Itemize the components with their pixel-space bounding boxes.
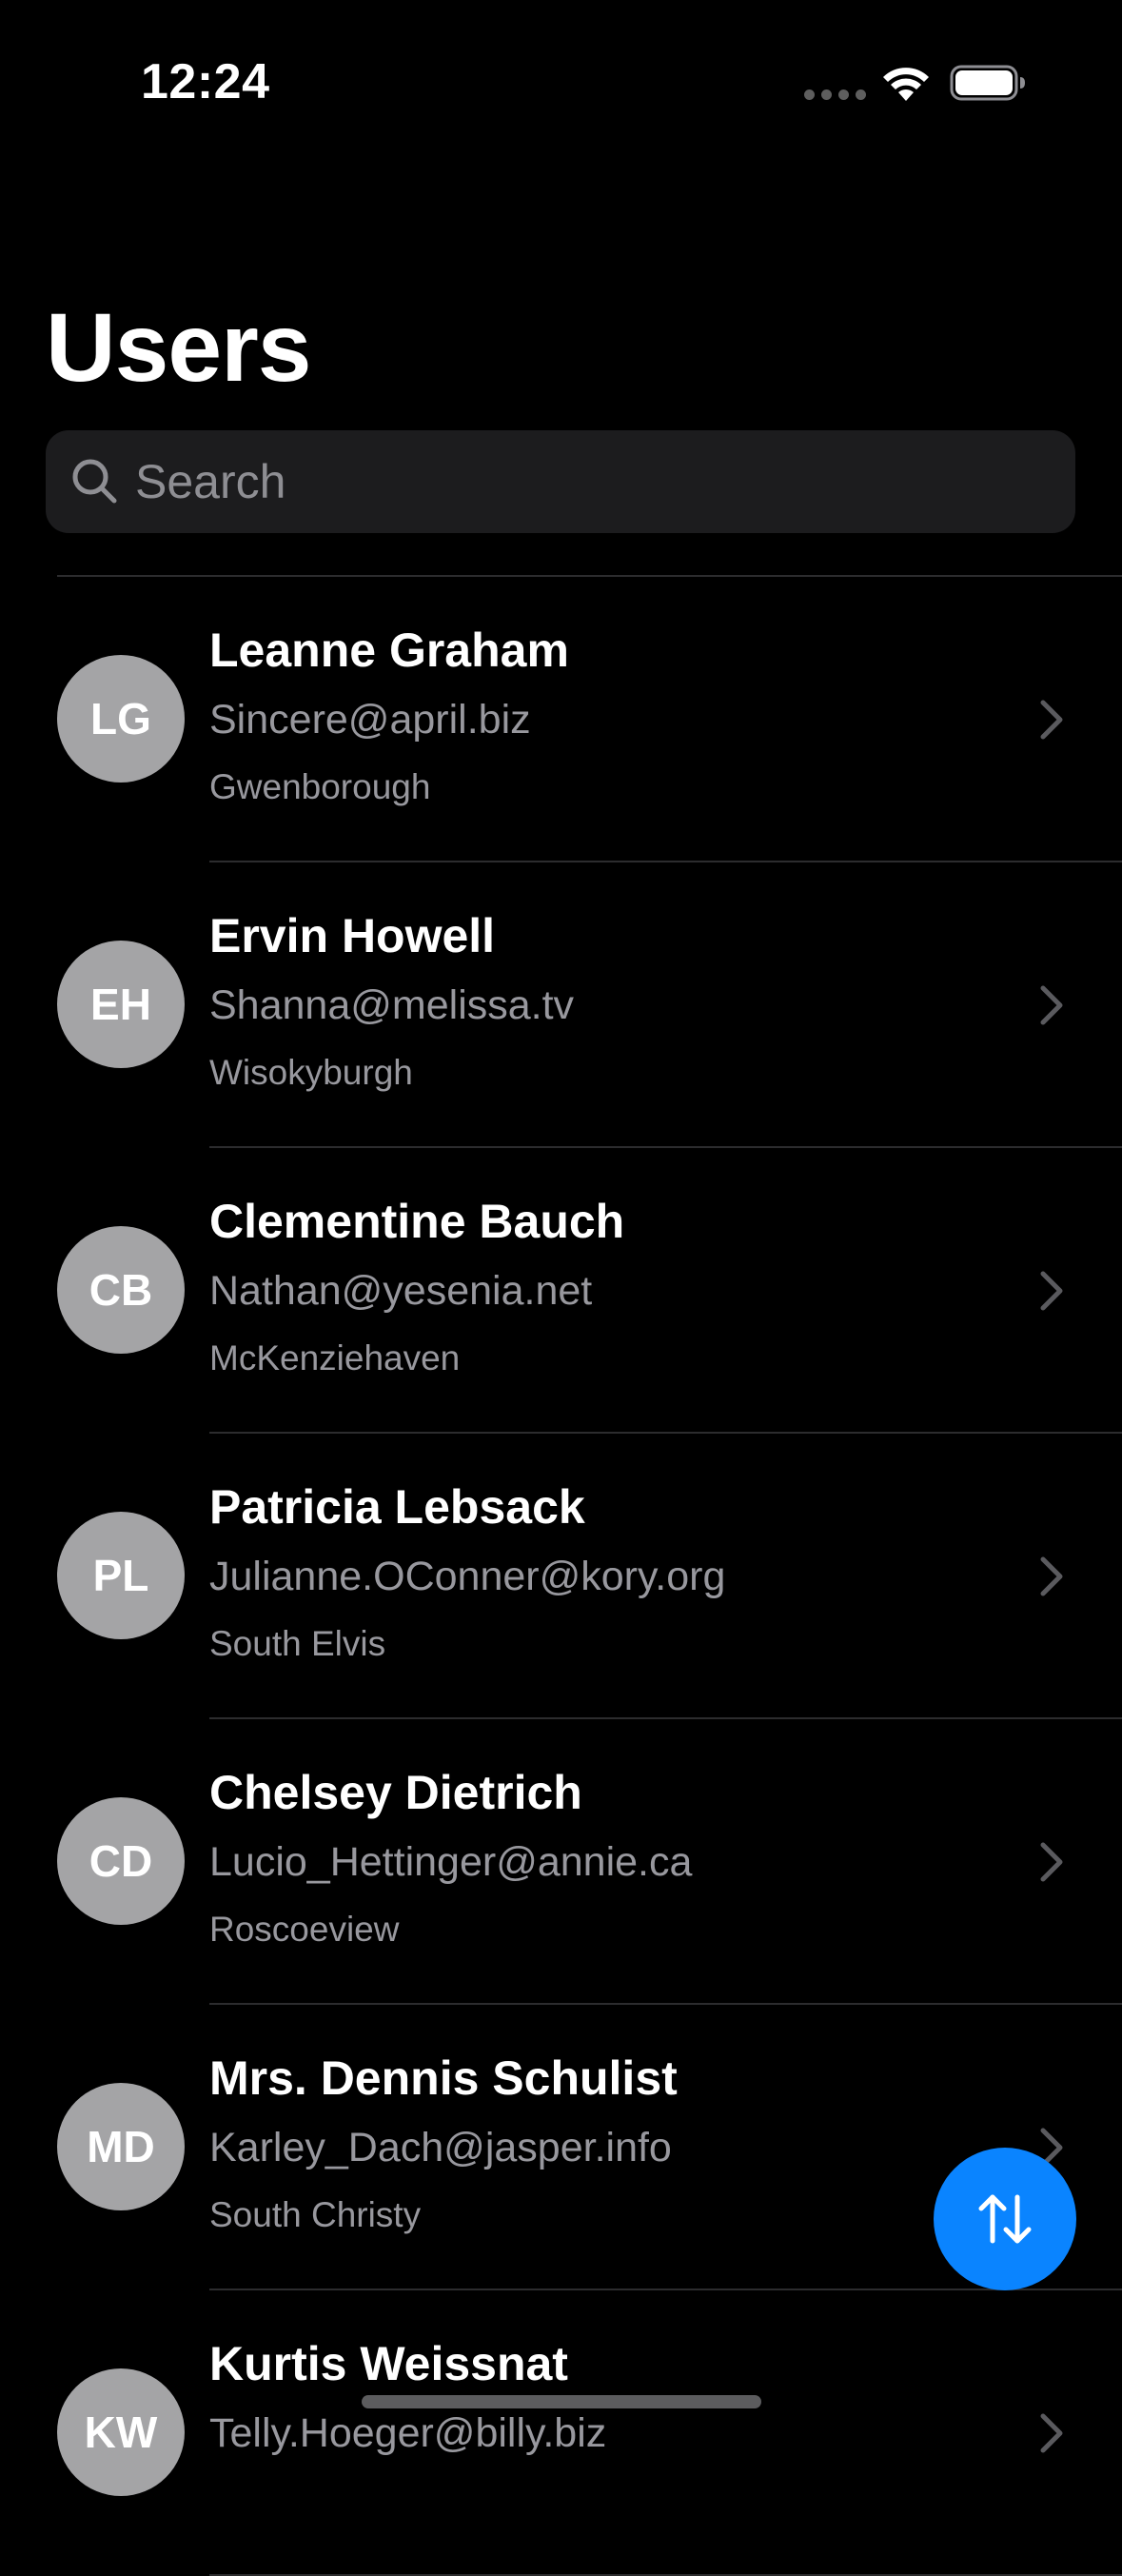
user-name: Kurtis Weissnat — [209, 2337, 568, 2390]
user-city: South Elvis — [209, 1624, 386, 1663]
avatar: CB — [57, 1226, 185, 1354]
list-item[interactable]: LG Leanne Graham Sincere@april.biz Gwenb… — [0, 577, 1122, 862]
user-city: Gwenborough — [209, 767, 431, 806]
sort-arrows-icon — [978, 2194, 1032, 2244]
chevron-right-icon — [1040, 1271, 1063, 1311]
user-email: Shanna@melissa.tv — [209, 982, 575, 1028]
search-input[interactable] — [135, 430, 1049, 533]
list-item[interactable]: CD Chelsey Dietrich Lucio_Hettinger@anni… — [0, 1719, 1122, 2005]
user-city: McKenziehaven — [209, 1338, 461, 1377]
user-email: Lucio_Hettinger@annie.ca — [209, 1839, 693, 1885]
search-bar[interactable] — [46, 430, 1075, 533]
status-time: 12:24 — [141, 54, 270, 109]
user-email: Karley_Dach@jasper.info — [209, 2125, 672, 2170]
user-email: Julianne.OConner@kory.org — [209, 1554, 726, 1599]
list-item[interactable]: CB Clementine Bauch Nathan@yesenia.net M… — [0, 1148, 1122, 1434]
avatar: LG — [57, 655, 185, 783]
wifi-icon — [883, 68, 929, 101]
avatar: MD — [57, 2083, 185, 2210]
user-name: Clementine Bauch — [209, 1195, 625, 1248]
avatar: KW — [57, 2368, 185, 2496]
chevron-right-icon — [1040, 1556, 1063, 1596]
user-email: Sincere@april.biz — [209, 697, 531, 743]
avatar: EH — [57, 941, 185, 1068]
user-name: Patricia Lebsack — [209, 1480, 585, 1534]
user-name: Chelsey Dietrich — [209, 1766, 582, 1819]
user-email: Nathan@yesenia.net — [209, 1268, 593, 1314]
list-item[interactable]: KW Kurtis Weissnat Telly.Hoeger@billy.bi… — [0, 2290, 1122, 2576]
user-name: Ervin Howell — [209, 909, 496, 962]
cellular-signal-icon — [804, 89, 866, 100]
chevron-right-icon — [1040, 700, 1063, 740]
avatar: PL — [57, 1512, 185, 1639]
list-item[interactable]: PL Patricia Lebsack Julianne.OConner@kor… — [0, 1434, 1122, 1719]
status-bar: 12:24 — [0, 0, 1122, 162]
user-email: Telly.Hoeger@billy.biz — [209, 2410, 607, 2456]
chevron-right-icon — [1040, 985, 1063, 1025]
chevron-right-icon — [1040, 2413, 1063, 2453]
user-city: Wisokyburgh — [209, 1053, 413, 1092]
user-name: Mrs. Dennis Schulist — [209, 2051, 678, 2105]
battery-icon — [950, 65, 1025, 101]
search-icon — [72, 459, 117, 504]
user-city: Roscoeview — [209, 1910, 400, 1949]
page-title: Users — [46, 293, 312, 402]
home-indicator[interactable] — [362, 2395, 761, 2408]
sort-button[interactable] — [934, 2148, 1076, 2290]
user-list: LG Leanne Graham Sincere@april.biz Gwenb… — [0, 577, 1122, 2576]
list-item[interactable]: EH Ervin Howell Shanna@melissa.tv Wisoky… — [0, 862, 1122, 1148]
avatar: CD — [57, 1797, 185, 1925]
user-name: Leanne Graham — [209, 624, 569, 677]
chevron-right-icon — [1040, 1842, 1063, 1882]
user-city: South Christy — [209, 2195, 422, 2234]
